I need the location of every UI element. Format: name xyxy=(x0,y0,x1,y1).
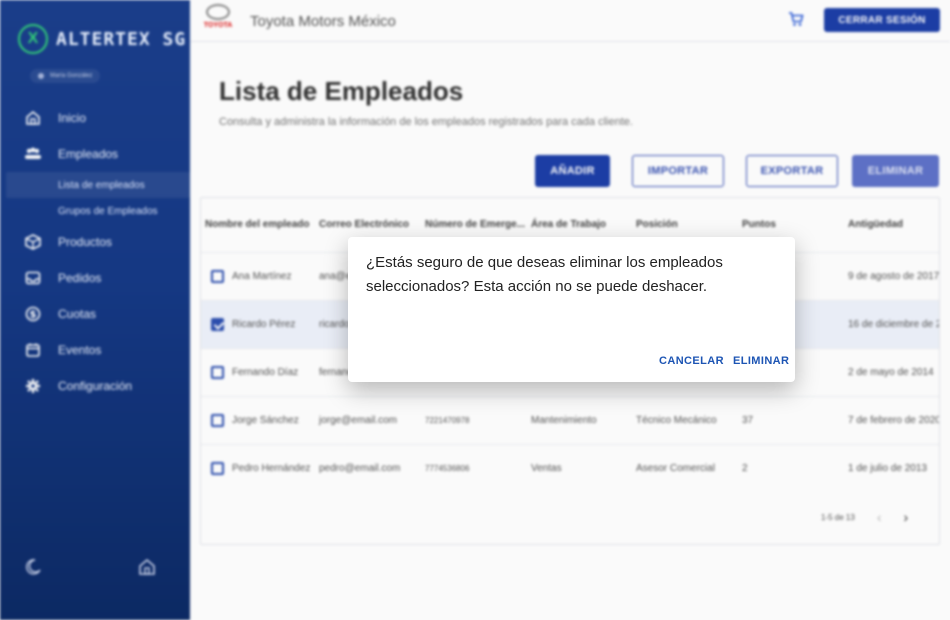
dialog-message: ¿Estás seguro de que deseas eliminar los… xyxy=(366,254,723,295)
cancel-button[interactable]: CANCELAR xyxy=(659,355,724,367)
confirm-delete-button[interactable]: ELIMINAR xyxy=(733,355,789,367)
confirm-delete-dialog: ¿Estás seguro de que deseas eliminar los… xyxy=(348,237,795,382)
